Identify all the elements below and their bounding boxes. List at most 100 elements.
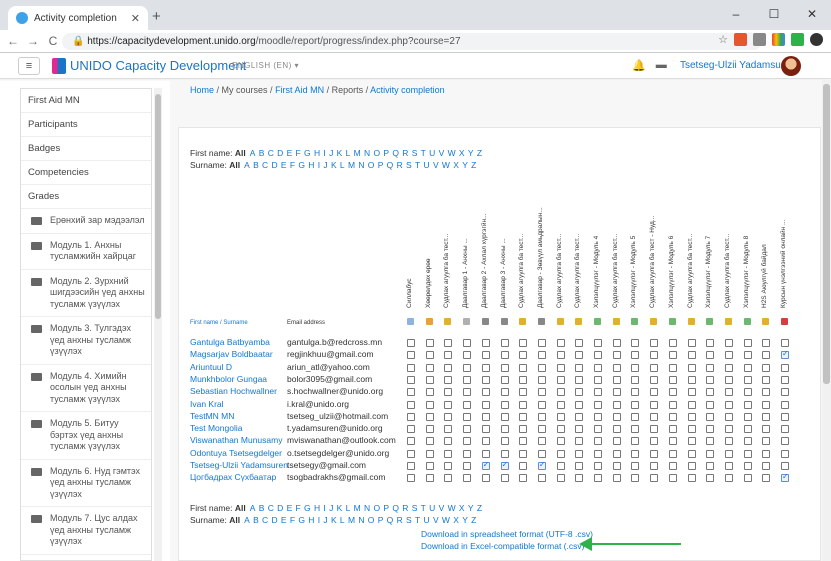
completion-checkbox[interactable] (500, 400, 509, 409)
firstname-filter-letter[interactable]: T (421, 148, 426, 158)
completion-checkbox[interactable] (612, 412, 621, 421)
site-brand[interactable]: UNIDO Capacity Development (70, 58, 246, 73)
completion-checkbox[interactable] (594, 339, 602, 347)
completion-checkbox[interactable] (519, 351, 528, 360)
sidebar-section[interactable]: Модуль 5. Битуу бэртэх үед анхны тусламж… (21, 412, 151, 460)
completion-checkbox[interactable] (781, 437, 789, 446)
extension-3-icon[interactable] (772, 33, 785, 46)
firstname-filter-letter[interactable]: P (383, 148, 389, 158)
participant-name[interactable]: Sebastian Hochwallner (190, 386, 277, 396)
completion-checkbox[interactable] (650, 363, 659, 372)
surname-filter-letter[interactable]: O (368, 160, 375, 170)
completion-checkbox[interactable] (425, 437, 434, 446)
firstname-filter-letter[interactable]: I (323, 148, 325, 158)
completion-checkbox[interactable] (463, 474, 472, 483)
minimize-icon[interactable]: – (717, 0, 755, 30)
surname-filter-bottom-letter[interactable]: H (308, 515, 314, 525)
firstname-filter-bottom-letter[interactable]: J (329, 503, 333, 513)
surname-filter-letter[interactable]: T (415, 160, 420, 170)
completion-checkbox[interactable] (650, 449, 659, 458)
completion-checkbox[interactable] (612, 437, 621, 446)
completion-checkbox[interactable] (407, 375, 415, 384)
surname-filter-bottom-letter[interactable]: N (358, 515, 364, 525)
completion-checkbox[interactable] (556, 412, 565, 421)
completion-checkbox[interactable] (743, 363, 752, 372)
activity-header[interactable]: Даалгавар 3 - Анхны ... (500, 183, 508, 308)
surname-filter-bottom-letter[interactable]: R (397, 515, 403, 525)
firstname-filter-bottom-letter[interactable]: I (323, 503, 325, 513)
surname-filter-bottom-letter[interactable]: G (298, 515, 305, 525)
surname-filter-bottom-letter[interactable]: U (424, 515, 430, 525)
surname-filter-bottom-letter[interactable]: S (406, 515, 412, 525)
completion-checkbox[interactable] (594, 474, 602, 483)
surname-filter-letter[interactable]: Y (462, 160, 468, 170)
completion-checkbox[interactable] (687, 425, 696, 434)
surname-filter-letter[interactable]: E (281, 160, 287, 170)
firstname-filter-letter[interactable]: N (364, 148, 370, 158)
surname-filter-bottom-letter[interactable]: W (442, 515, 450, 525)
firstname-filter-bottom-letter[interactable]: P (383, 503, 389, 513)
firstname-filter-bottom-letter[interactable]: O (373, 503, 380, 513)
completion-checkbox[interactable] (687, 474, 696, 483)
surname-filter-letter[interactable]: S (406, 160, 412, 170)
completion-checkbox[interactable] (687, 375, 696, 384)
surname-filter-letter[interactable]: D (271, 160, 277, 170)
sidebar-section[interactable]: Модуль 7. Цус алдах үед анхны тусламж үз… (21, 507, 151, 555)
completion-checkbox[interactable] (668, 449, 677, 458)
firstname-filter-letter[interactable]: M (354, 148, 361, 158)
completion-checkbox[interactable] (407, 437, 415, 446)
participant-name[interactable]: TestMN MN (190, 411, 234, 421)
completion-checkbox[interactable] (425, 339, 434, 347)
completion-checkbox[interactable] (762, 449, 771, 458)
completion-checkbox[interactable] (762, 462, 771, 470)
completion-checkbox[interactable] (481, 437, 490, 446)
star-icon[interactable]: ☆ (718, 33, 728, 46)
completion-checkbox[interactable] (519, 339, 528, 347)
firstname-filter-letter[interactable]: Y (468, 148, 474, 158)
completion-checkbox[interactable] (687, 363, 696, 372)
maximize-icon[interactable]: ☐ (755, 0, 793, 30)
completion-checkbox[interactable] (407, 425, 415, 434)
completion-checkbox[interactable] (500, 412, 509, 421)
firstname-filter-letter[interactable]: F (296, 148, 301, 158)
completion-checkbox[interactable] (743, 425, 752, 434)
completion-checkbox[interactable] (463, 437, 472, 446)
surname-filter-bottom-letter[interactable]: I (318, 515, 320, 525)
completion-checkbox[interactable] (724, 437, 733, 446)
completion-checkbox[interactable] (631, 412, 640, 421)
firstname-filter-letter[interactable]: L (346, 148, 351, 158)
completion-checkbox[interactable] (444, 363, 453, 372)
completion-checkbox[interactable] (463, 388, 472, 397)
completion-checkbox[interactable] (743, 375, 752, 384)
completion-checkbox[interactable] (594, 351, 602, 360)
extension-4-icon[interactable] (791, 33, 804, 46)
completion-checkbox[interactable] (724, 425, 733, 434)
surname-filter-letter[interactable]: Z (471, 160, 476, 170)
completion-checkbox[interactable] (650, 388, 659, 397)
completion-checkbox[interactable] (537, 437, 546, 446)
surname-filter-bottom-letter[interactable]: C (262, 515, 268, 525)
surname-filter-bottom-letter[interactable]: F (290, 515, 295, 525)
completion-checkbox[interactable] (668, 339, 677, 347)
surname-filter-letter[interactable]: G (298, 160, 305, 170)
surname-filter-letter[interactable]: L (340, 160, 345, 170)
surname-filter-letter[interactable]: I (318, 160, 320, 170)
menu-toggle-icon[interactable]: ≡ (18, 57, 40, 75)
completion-checkbox[interactable] (781, 349, 789, 360)
firstname-filter-letter[interactable]: E (287, 148, 293, 158)
completion-checkbox[interactable] (500, 375, 509, 384)
completion-checkbox[interactable] (762, 412, 771, 421)
surname-filter-bottom-letter[interactable]: A (244, 515, 250, 525)
completion-checkbox[interactable] (631, 462, 640, 470)
completion-checkbox[interactable] (463, 375, 472, 384)
surname-filter-bottom-letter[interactable]: Q (387, 515, 394, 525)
completion-checkbox[interactable] (481, 339, 490, 347)
completion-checkbox[interactable] (631, 474, 640, 483)
firstname-filter-letter[interactable]: W (448, 148, 456, 158)
surname-filter-letter[interactable]: C (262, 160, 268, 170)
completion-checkbox[interactable] (407, 339, 415, 347)
completion-checkbox[interactable] (500, 449, 509, 458)
firstname-filter-bottom-letter[interactable]: U (429, 503, 435, 513)
firstname-filter-letter[interactable]: R (402, 148, 408, 158)
activity-header[interactable]: Даалгавар 1 - Анхны ... (462, 183, 470, 308)
